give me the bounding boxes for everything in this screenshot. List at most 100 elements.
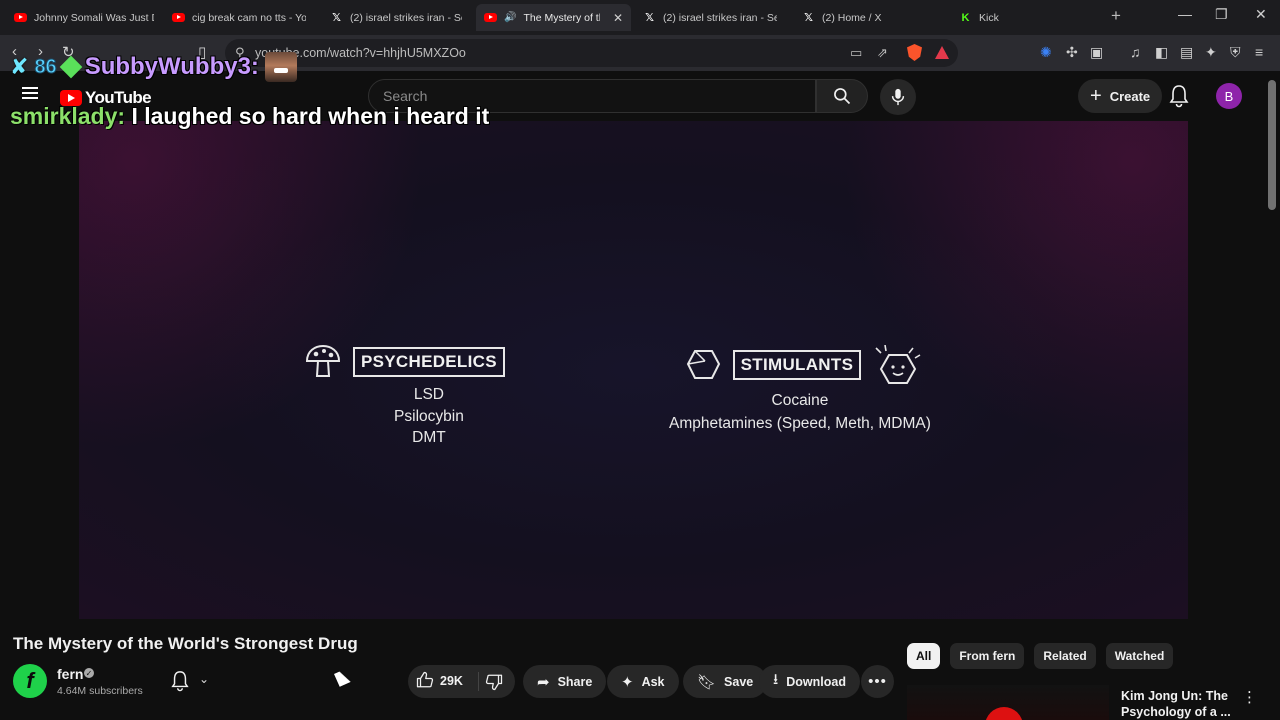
- diamond-badge-icon: [59, 55, 83, 79]
- kebab-menu-icon[interactable]: ⋮: [1242, 688, 1257, 706]
- youtube-favicon-icon: [484, 13, 497, 22]
- tab-label: cig break cam no tts - You: [192, 11, 306, 24]
- drug-name: DMT: [412, 429, 446, 446]
- dislike-button[interactable]: [485, 673, 503, 696]
- close-tab-icon[interactable]: ✕: [613, 11, 623, 25]
- chip-all[interactable]: All: [907, 643, 941, 669]
- bell-icon: [1169, 85, 1189, 108]
- x-favicon-icon: 𝕏: [804, 11, 813, 24]
- tab-label: (2) israel strikes iran - Sear: [663, 11, 777, 24]
- page-scrollbar[interactable]: [1268, 80, 1276, 210]
- search-input[interactable]: [383, 88, 783, 104]
- related-filter-chips: All From fern Related Watched: [907, 643, 1174, 669]
- channel-name[interactable]: fern: [57, 666, 83, 682]
- share-label: Share: [557, 674, 593, 689]
- screenshot-icon[interactable]: ▣: [1090, 44, 1103, 61]
- recommendation-thumbnail[interactable]: [907, 685, 1109, 720]
- sparkle-icon: ✦: [621, 673, 634, 691]
- subscriber-count: 4.64M subscribers: [57, 685, 143, 697]
- browser-tab[interactable]: 𝕏 (2) israel strikes iran - Sear: [635, 4, 785, 31]
- chat-username: smirklady:: [10, 103, 126, 129]
- like-count: 29K: [440, 674, 463, 688]
- tab-label: (2) israel strikes iran - Sear: [350, 11, 462, 24]
- browser-tab[interactable]: cig break cam no tts - You: [164, 4, 314, 31]
- brave-shields-icon[interactable]: [907, 44, 922, 61]
- browser-tab[interactable]: K Kick: [951, 4, 1101, 31]
- drug-name: LSD: [413, 386, 444, 403]
- category-stimulants: STIMULANTS Cocaine Amphetamines (Speed, …: [669, 345, 931, 435]
- search-icon: [834, 88, 851, 105]
- browser-tab[interactable]: 𝕏 (2) israel strikes iran - Sear: [322, 4, 470, 31]
- extensions-icon[interactable]: ✣: [1066, 44, 1078, 61]
- download-button[interactable]: ⭳ Download: [759, 665, 860, 698]
- chat-username: SubbyWubby3:: [84, 53, 259, 80]
- x-favicon-icon: 𝕏: [332, 11, 341, 24]
- vpn-extension-icon[interactable]: ✺: [1040, 44, 1052, 61]
- ask-label: Ask: [641, 674, 665, 689]
- more-actions-button[interactable]: •••: [861, 665, 894, 698]
- wallet-icon[interactable]: ▤: [1180, 44, 1193, 61]
- save-label: Save: [724, 674, 754, 689]
- stream-chat-line-1: ✘ 86 SubbyWubby3:: [10, 52, 297, 82]
- drug-name: Cocaine: [771, 392, 829, 409]
- like-button[interactable]: [416, 671, 434, 694]
- close-window-icon[interactable]: ✕: [1255, 6, 1267, 23]
- category-psychedelics: PSYCHEDELICS LSD Psilocybin DMT: [305, 345, 505, 449]
- account-avatar[interactable]: B: [1216, 83, 1242, 109]
- channel-avatar[interactable]: f: [13, 664, 47, 698]
- guide-menu-icon[interactable]: [22, 87, 38, 99]
- browser-menu-icon[interactable]: ≡: [1255, 44, 1263, 60]
- address-bar[interactable]: ⚲ youtube.com/watch?v=hhjhU5MXZOo ▭ ⇗: [225, 39, 958, 67]
- chip-watched[interactable]: Watched: [1105, 643, 1174, 669]
- youtube-favicon-icon: [14, 13, 27, 22]
- verified-check-icon: ✓: [84, 668, 94, 678]
- category-title: STIMULANTS: [732, 350, 862, 380]
- browser-tab-active[interactable]: 🔊 The Mystery of the ✕: [476, 4, 631, 31]
- thumbs-down-icon: [485, 674, 503, 691]
- create-label: Create: [1109, 88, 1151, 104]
- tab-label: Kick: [979, 11, 999, 24]
- subscription-bell-button[interactable]: [170, 670, 190, 697]
- create-button[interactable]: + Create: [1078, 79, 1163, 113]
- search-button[interactable]: [816, 79, 868, 113]
- video-title: The Mystery of the World's Strongest Dru…: [13, 634, 358, 653]
- chat-message: I laughed so hard when i heard it: [131, 103, 490, 129]
- microphone-icon: [891, 88, 905, 106]
- minimize-icon[interactable]: —: [1178, 6, 1192, 22]
- youtube-favicon-icon: [172, 13, 185, 22]
- download-icon: ⭳: [773, 671, 779, 688]
- crystal-icon: [686, 350, 720, 379]
- share-button[interactable]: ➦ Share: [523, 665, 607, 698]
- brave-rewards-icon[interactable]: [935, 46, 949, 59]
- media-controls-icon[interactable]: ♫: [1130, 44, 1141, 60]
- ask-button[interactable]: ✦ Ask: [607, 665, 679, 698]
- bell-icon: [171, 671, 189, 692]
- restore-icon[interactable]: ❐: [1215, 6, 1228, 23]
- share-page-icon[interactable]: ⇗: [877, 45, 888, 61]
- notifications-button[interactable]: [1168, 84, 1190, 113]
- like-dislike-group: 29K: [408, 665, 515, 698]
- tab-label: The Mystery of the: [523, 11, 599, 24]
- chat-emote-icon: [264, 52, 297, 82]
- energetic-face-icon: [875, 345, 921, 384]
- mushroom-icon: [305, 345, 341, 377]
- moderator-badge-icon: ✘: [10, 54, 29, 80]
- bookmark-icon: 🔖︎: [697, 673, 717, 691]
- video-player[interactable]: PSYCHEDELICS LSD Psilocybin DMT STIMULAN…: [79, 121, 1188, 619]
- sidebar-icon[interactable]: ◧: [1155, 44, 1168, 61]
- recommendation-title[interactable]: Kim Jong Un: The Psychology of a ...: [1121, 688, 1231, 720]
- save-button[interactable]: 🔖︎ Save: [683, 665, 768, 698]
- voice-search-button[interactable]: [880, 79, 916, 115]
- drug-name: Amphetamines (Speed, Meth, MDMA): [669, 415, 931, 432]
- chip-related[interactable]: Related: [1034, 643, 1096, 669]
- cast-icon[interactable]: ▭: [850, 45, 862, 61]
- new-tab-button[interactable]: +: [1111, 6, 1121, 26]
- vpn-shield-icon[interactable]: ⛨: [1230, 44, 1241, 61]
- browser-tab[interactable]: Johnny Somali Was Just D: [6, 4, 162, 31]
- browser-tab[interactable]: 𝕏 (2) Home / X: [794, 4, 944, 31]
- share-arrow-icon: ➦: [537, 673, 550, 691]
- chevron-down-icon[interactable]: ⌄: [199, 672, 209, 686]
- speaker-icon: 🔊: [504, 12, 517, 23]
- leo-ai-icon[interactable]: ✦: [1205, 44, 1217, 61]
- chip-from-channel[interactable]: From fern: [950, 643, 1025, 669]
